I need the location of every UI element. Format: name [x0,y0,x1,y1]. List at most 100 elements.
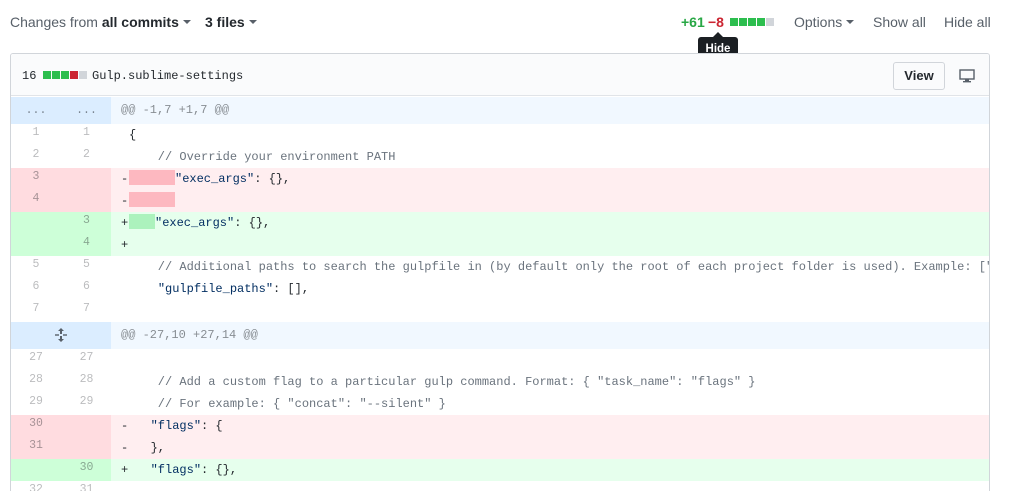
line-number-right[interactable]: 6 [61,278,111,300]
diff-line: 6 6 "gulpfile_paths": [], [11,278,989,300]
added-line: 3 + "exec_args": {}, [11,212,989,234]
code-content: // Add a custom flag to a particular gul… [129,375,756,389]
diff-marker: + [121,463,129,477]
line-number-left[interactable]: 7 [11,300,61,322]
line-number-left[interactable]: 4 [11,190,61,212]
word-highlight [129,214,155,230]
diff-line: 1 1 { [11,124,989,146]
line-number-left[interactable]: 30 [11,415,61,437]
line-number-left[interactable]: 2 [11,146,61,168]
changes-from-prefix: Changes from [10,14,102,30]
deleted-line: 4 - [11,190,989,212]
file-diffstat-bar [43,71,87,79]
line-number-left[interactable]: 1 [11,124,61,146]
diffstat-bar [730,18,774,26]
line-number-right[interactable]: 28 [61,371,111,393]
line-number-left[interactable]: 29 [11,393,61,415]
diffstat-block [766,18,774,26]
chevron-down-icon [182,20,191,25]
code-key: "exec_args" [155,216,235,230]
code-content: { [129,128,137,142]
line-number-left[interactable]: 6 [11,278,61,300]
line-number-left[interactable]: 5 [11,256,61,278]
code-content: // Override your environment PATH [129,150,396,164]
hunk-header: @@ -1,7 +1,7 @@ [121,103,230,117]
code-text: "gulpfile_paths": [], [111,278,989,300]
code-text: // Add a custom flag to a particular gul… [111,371,989,393]
line-number-left[interactable]: 31 [11,437,61,459]
code-text: + "flags": {}, [111,459,989,481]
options-dropdown[interactable]: Options [794,14,855,30]
line-number-right[interactable]: 29 [61,393,111,415]
changes-from-dropdown[interactable]: Changes from all commits [10,14,191,30]
line-number-right[interactable] [61,190,111,212]
word-highlight [129,192,175,208]
diffstat-block [730,18,738,26]
desktop-icon[interactable] [959,69,975,83]
line-number-right[interactable]: 1 [61,124,111,146]
line-number-left[interactable]: 28 [11,371,61,393]
line-number-right[interactable]: 2 [61,146,111,168]
code-key: "flags" [150,419,202,433]
hide-all-button[interactable]: Hide all [944,14,991,30]
line-number-right[interactable]: 4 [61,234,111,256]
code-rest: : [], [273,282,310,296]
chevron-down-icon [846,20,855,25]
diff-marker: - [121,441,129,455]
line-number-left[interactable]: 32 [11,481,61,491]
view-file-button[interactable]: View [893,62,945,90]
line-number-right[interactable]: 30 [61,459,111,481]
expand-cell [11,322,111,349]
added-line: 30 + "flags": {}, [11,459,989,481]
file-diff: 16 Gulp.sublime-settings View ... ... @@… [10,53,990,491]
word-highlight [129,170,175,186]
file-header: 16 Gulp.sublime-settings View [11,54,989,96]
code-text: + [111,234,989,256]
line-number-right[interactable]: 7 [61,300,111,322]
line-number-right[interactable]: 31 [61,481,111,491]
diffstat-block [43,71,51,79]
line-number-left[interactable] [11,234,61,256]
chevron-down-icon [248,20,257,25]
diffstat-block [757,18,765,26]
line-number-left[interactable]: 3 [11,168,61,190]
diff-line: 2 2 // Override your environment PATH [11,146,989,168]
options-label: Options [794,14,843,30]
show-all-button[interactable]: Show all [873,14,926,30]
line-number-right[interactable] [61,415,111,437]
line-number-left[interactable] [11,212,61,234]
code-text: - "exec_args": {}, [111,168,989,190]
code-rest: : {}, [254,172,291,186]
additions-count: +61 [681,14,705,30]
unfold-icon[interactable] [53,327,69,343]
line-number-left[interactable] [11,459,61,481]
file-name[interactable]: Gulp.sublime-settings [92,69,243,83]
diff-marker: + [121,238,129,252]
line-number-right[interactable] [61,437,111,459]
code-content: // For example: { "concat": "--silent" } [129,397,446,411]
hunk-header-row: ... ... @@ -1,7 +1,7 @@ [11,97,989,124]
diff-line: 27 27 [11,349,989,371]
hunk-header: @@ -27,10 +27,14 @@ [121,328,258,342]
code-text: { [111,124,989,146]
expand-right[interactable]: ... [61,97,111,124]
diff-line: 5 5 // Additional paths to search the gu… [11,256,989,278]
hunk-header-row: @@ -27,10 +27,14 @@ [11,322,989,349]
expand-left[interactable]: ... [11,97,61,124]
line-number-left[interactable]: 27 [11,349,61,371]
diff-marker: - [121,419,129,433]
diffstat-block [70,71,78,79]
line-number-right[interactable] [61,168,111,190]
code-rest: : {}, [201,463,238,477]
code-text: // Additional paths to search the gulpfi… [111,256,989,278]
code-text: - }, [111,437,989,459]
line-number-right[interactable]: 3 [61,212,111,234]
code-text: // Override your environment PATH [111,146,989,168]
diff-marker: - [121,172,129,186]
line-number-right[interactable]: 5 [61,256,111,278]
files-dropdown[interactable]: 3 files [205,14,257,30]
diff-marker: - [121,194,129,208]
diffstat-block [79,71,87,79]
line-number-right[interactable]: 27 [61,349,111,371]
